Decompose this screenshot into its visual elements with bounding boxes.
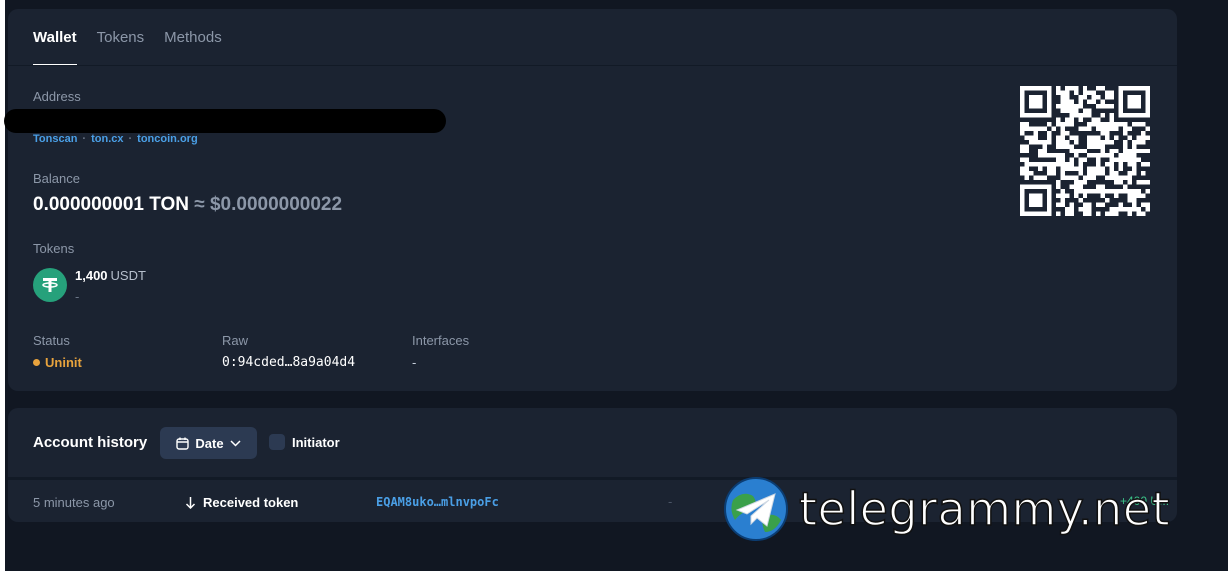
watermark-text: telegrammy.net: [798, 481, 1171, 537]
tokens-label: Tokens: [33, 241, 75, 256]
tab-tokens[interactable]: Tokens: [97, 29, 145, 66]
link-tonscan[interactable]: Tonscan: [33, 133, 77, 145]
balance-label: Balance: [33, 171, 80, 186]
interfaces-label: Interfaces: [412, 333, 470, 348]
history-title: Account history: [33, 434, 148, 451]
telegram-globe-icon: [724, 477, 788, 541]
raw-value[interactable]: 0:94cded…8a9a04d4: [222, 355, 355, 370]
tx-address-link[interactable]: EQAM8uko…mlnvpoFc: [376, 495, 499, 509]
token-amount: 1,400: [75, 268, 108, 283]
initiator-toggle[interactable]: Initiator: [269, 434, 340, 450]
date-filter-label: Date: [195, 435, 224, 451]
tx-time: 5 minutes ago: [33, 495, 115, 510]
status-dot-icon: [33, 359, 40, 366]
calendar-icon: [176, 437, 190, 450]
token-sub: -: [75, 289, 80, 304]
link-toncx[interactable]: ton.cx: [91, 133, 123, 145]
status-value: Uninit: [33, 355, 82, 370]
link-separator: ·: [82, 133, 87, 145]
tx-dash: -: [668, 494, 673, 509]
address-redaction: [4, 109, 446, 133]
tab-methods[interactable]: Methods: [164, 29, 222, 66]
interfaces-value: -: [412, 355, 417, 370]
tx-type: Received token: [185, 495, 298, 510]
token-symbol: USDT: [110, 268, 146, 283]
balance-ton: 0.000000001 TON: [33, 194, 189, 215]
balance-usd: ≈ $0.0000000022: [194, 194, 343, 215]
address-label: Address: [33, 89, 81, 104]
wallet-card: Wallet Tokens Methods Address Tonscan · …: [4, 9, 1177, 391]
explorer-links: Tonscan · ton.cx · toncoin.org: [33, 133, 198, 145]
watermark: telegrammy.net: [723, 476, 1170, 542]
status-text: Uninit: [45, 355, 82, 370]
token-info: 1,400 USDT -: [75, 268, 146, 304]
tab-divider: [8, 65, 1177, 66]
link-separator: ·: [128, 133, 133, 145]
token-item[interactable]: 1,400 USDT -: [33, 268, 146, 304]
arrow-down-icon: [185, 497, 196, 509]
initiator-checkbox[interactable]: [269, 434, 285, 450]
tether-icon: [33, 268, 67, 302]
status-label: Status: [33, 333, 70, 348]
raw-label: Raw: [222, 333, 249, 348]
tab-wallet[interactable]: Wallet: [33, 29, 77, 66]
initiator-label: Initiator: [292, 434, 340, 450]
date-filter-button[interactable]: Date: [160, 427, 257, 459]
chevron-down-icon: [230, 439, 241, 447]
tx-type-label: Received token: [203, 495, 299, 510]
balance-value: 0.000000001 TON ≈ $0.0000000022: [33, 194, 342, 216]
qr-code-icon[interactable]: [1020, 86, 1150, 216]
link-toncoin[interactable]: toncoin.org: [137, 133, 198, 145]
tab-bar: Wallet Tokens Methods: [33, 29, 222, 66]
